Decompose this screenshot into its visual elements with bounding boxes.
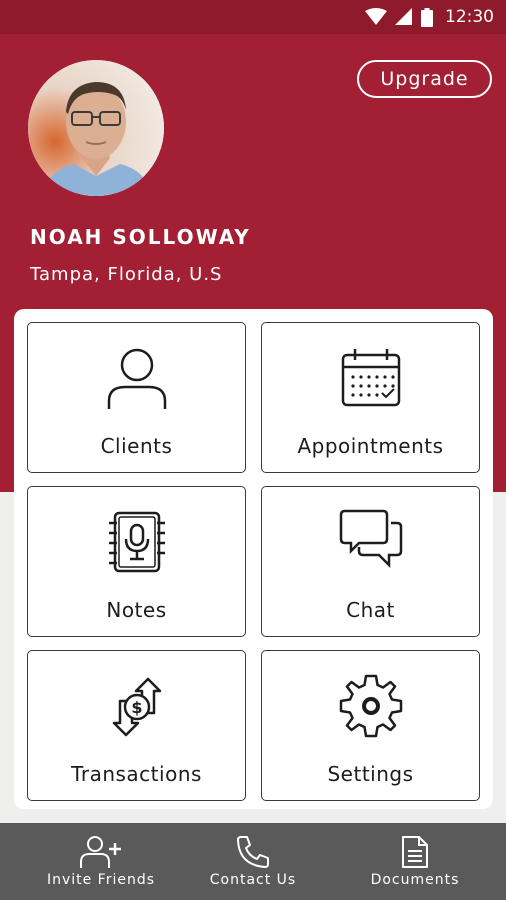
nav-label: Documents: [370, 872, 460, 888]
tile-label: Settings: [327, 762, 414, 786]
tile-label: Notes: [106, 598, 167, 622]
avatar[interactable]: [28, 60, 164, 196]
nav-contact-us[interactable]: Contact Us: [169, 823, 337, 900]
status-icons: 12:30: [365, 0, 494, 34]
tile-clients[interactable]: Clients: [27, 322, 246, 473]
notebook-microphone-icon: [108, 511, 165, 573]
profile-location: Tampa, Florida, U.S: [30, 264, 223, 285]
status-bar: 12:30: [0, 0, 506, 34]
svg-text:$: $: [131, 698, 142, 717]
user-icon: [107, 348, 166, 409]
phone-icon: [237, 836, 269, 868]
nav-label: Invite Friends: [46, 872, 156, 888]
avatar-photo: [28, 60, 164, 196]
status-time: 12:30: [445, 7, 494, 27]
tile-appointments[interactable]: Appointments: [261, 322, 480, 473]
upgrade-button[interactable]: Upgrade: [357, 60, 492, 98]
tile-transactions[interactable]: $ Transactions: [27, 650, 246, 801]
nav-label: Contact Us: [209, 872, 297, 888]
nav-invite-friends[interactable]: Invite Friends: [17, 823, 185, 900]
tile-notes[interactable]: Notes: [27, 486, 246, 637]
add-user-icon: [80, 836, 121, 868]
wifi-icon: [365, 8, 387, 25]
profile-name: NOAH SOLLOWAY: [30, 225, 251, 249]
bottom-nav: Invite Friends Contact Us Documents: [0, 823, 506, 900]
document-icon: [402, 836, 428, 868]
tile-settings[interactable]: Settings: [261, 650, 480, 801]
tile-label: Chat: [346, 598, 395, 622]
calendar-icon: [341, 349, 400, 407]
battery-icon: [421, 7, 433, 27]
signal-icon: [395, 8, 412, 25]
tile-chat[interactable]: Chat: [261, 486, 480, 637]
gear-icon: [339, 674, 402, 738]
tile-label: Clients: [100, 434, 173, 458]
tile-label: Appointments: [297, 434, 444, 458]
money-transfer-icon: $: [112, 677, 161, 737]
tile-label: Transactions: [71, 762, 202, 786]
nav-documents[interactable]: Documents: [331, 823, 499, 900]
chat-bubbles-icon: [339, 509, 402, 569]
